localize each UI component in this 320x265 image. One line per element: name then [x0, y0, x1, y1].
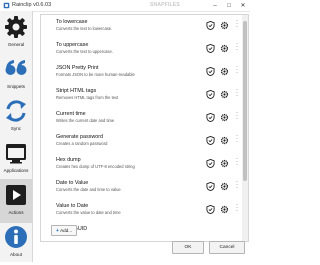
gear-icon[interactable] — [220, 67, 229, 76]
sidebar-item-label: Sync — [10, 126, 22, 131]
gear-icon[interactable] — [220, 182, 229, 191]
more-icon[interactable]: · · · — [235, 110, 239, 122]
more-icon[interactable]: · · · — [235, 41, 239, 53]
list-item[interactable]: Hex dump Creates hex dump of UTF-8 encod… — [41, 153, 248, 176]
scrollbar-thumb[interactable] — [243, 21, 247, 181]
actions-list: To lowercase Converts the text to lowerc… — [40, 14, 249, 242]
sync-icon — [6, 100, 26, 122]
action-title: Date to Value — [56, 180, 89, 186]
shield-icon[interactable] — [206, 67, 215, 76]
maximize-button[interactable]: □ — [222, 0, 236, 11]
gear-icon[interactable] — [220, 90, 229, 99]
add-action-button[interactable]: + Add... — [51, 225, 77, 236]
list-item[interactable]: Value to Date Converts the value to date… — [41, 199, 248, 222]
sidebar-item-label: General — [7, 42, 25, 47]
watermark: SNAPFILES — [150, 2, 180, 8]
shield-icon[interactable] — [206, 44, 215, 53]
gear-icon[interactable] — [220, 205, 229, 214]
action-title: Value to Date — [56, 203, 89, 209]
sidebar-item-snippets[interactable]: Snippets — [0, 53, 32, 97]
gear-icon[interactable] — [220, 136, 229, 145]
action-title: Generate password — [56, 134, 104, 140]
shield-icon[interactable] — [206, 21, 215, 30]
minimize-button[interactable]: – — [208, 0, 222, 11]
action-description: Writes the current date and time — [56, 118, 115, 123]
action-title: Stript HTML tags — [56, 88, 97, 94]
window-title: Rainclip v0.6.03 — [12, 2, 52, 8]
shield-icon[interactable] — [206, 182, 215, 191]
title-bar: Rainclip v0.6.03 SNAPFILES – □ ✕ — [0, 0, 250, 12]
ok-button[interactable]: OK — [172, 241, 204, 254]
shield-icon[interactable] — [206, 113, 215, 122]
more-icon[interactable]: · · · — [235, 179, 239, 191]
gear-icon — [5, 16, 27, 38]
apps-icon — [6, 144, 26, 164]
window-controls: – □ ✕ — [208, 0, 250, 11]
sidebar-item-actions[interactable]: Actions — [0, 179, 32, 223]
more-icon[interactable]: · · · — [235, 87, 239, 99]
action-title: To lowercase — [56, 19, 88, 25]
cancel-button[interactable]: Cancel — [209, 241, 245, 254]
action-description: Converts the text to lowercase. — [56, 26, 113, 31]
more-icon[interactable]: · · · — [235, 18, 239, 30]
sidebar-item-label: Snippets — [7, 84, 25, 89]
gear-icon[interactable] — [220, 113, 229, 122]
list-item[interactable]: To lowercase Converts the text to lowerc… — [41, 15, 248, 38]
action-description: Converts the value to date and time — [56, 210, 121, 215]
shield-icon[interactable] — [206, 159, 215, 168]
action-description: Creates hex dump of UTF-8 encoded string — [56, 164, 135, 169]
sidebar-item-applications[interactable]: Applications — [0, 137, 32, 181]
gear-icon[interactable] — [220, 21, 229, 30]
sidebar-item-sync[interactable]: Sync — [0, 95, 32, 139]
action-description: Removes HTML tags from the text — [56, 95, 119, 100]
more-icon[interactable]: · · · — [235, 202, 239, 214]
sidebar-item-label: About — [9, 252, 22, 257]
list-item[interactable]: Current time Writes the current date and… — [41, 107, 248, 130]
list-item[interactable]: JSON Pretty Print Formats JSON to be mor… — [41, 61, 248, 84]
gear-icon[interactable] — [220, 44, 229, 53]
close-button[interactable]: ✕ — [236, 0, 250, 11]
action-description: Formats JSON to be more human-readable — [56, 72, 135, 77]
sidebar: General Snippets Sync Applications Actio… — [0, 11, 33, 262]
list-item[interactable]: To uppercase Converts the text to upperc… — [41, 38, 248, 61]
sidebar-item-general[interactable]: General — [0, 11, 32, 55]
sidebar-item-label: Applications — [3, 168, 29, 173]
sidebar-item-about[interactable]: About — [0, 221, 32, 265]
play-icon — [6, 185, 26, 205]
action-title: To uppercase — [56, 42, 89, 48]
scrollbar[interactable] — [242, 15, 248, 241]
add-button-label: Add... — [60, 228, 73, 233]
action-title: Current time — [56, 111, 86, 117]
gear-icon[interactable] — [220, 159, 229, 168]
info-icon — [5, 226, 27, 248]
more-icon[interactable]: · · · — [235, 133, 239, 145]
plus-icon: + — [55, 227, 60, 234]
more-icon[interactable]: · · · — [235, 64, 239, 76]
action-description: Converts the date and time to value — [56, 187, 121, 192]
shield-icon[interactable] — [206, 90, 215, 99]
list-item[interactable]: Date to Value Converts the date and time… — [41, 176, 248, 199]
shield-icon[interactable] — [206, 136, 215, 145]
action-description: Converts the text to uppercase. — [56, 49, 113, 54]
shield-icon[interactable] — [206, 205, 215, 214]
action-title: JSON Pretty Print — [56, 65, 99, 71]
action-description: Creates a random password — [56, 141, 108, 146]
list-item[interactable]: Stript HTML tags Removes HTML tags from … — [41, 84, 248, 107]
app-icon — [3, 2, 10, 9]
more-icon[interactable]: · · · — [235, 156, 239, 168]
list-item[interactable]: Generate password Creates a random passw… — [41, 130, 248, 153]
action-title: Hex dump — [56, 157, 81, 163]
sidebar-item-label: Actions — [8, 210, 24, 215]
quote-icon — [5, 60, 27, 75]
